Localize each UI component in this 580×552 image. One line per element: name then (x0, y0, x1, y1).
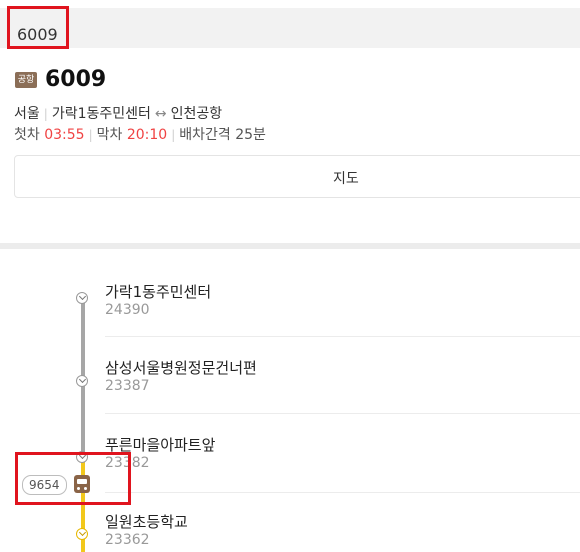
section-divider (0, 243, 580, 249)
route-number: 6009 (45, 67, 107, 92)
bus-interval: 배차간격 25분 (179, 127, 266, 143)
last-bus-time: 20:10 (126, 127, 168, 143)
first-bus-time: 03:55 (44, 127, 85, 143)
map-button-label: 지도 (333, 171, 359, 187)
chevron-down-icon (76, 375, 88, 387)
stop-name[interactable]: 가락1동주민센터 (105, 281, 211, 302)
row-divider (105, 336, 580, 337)
route-endpoints: 서울 | 가락1동주민센터 ↔ 인천공항 (14, 106, 223, 122)
route-times: 첫차 03:55 | 막차 20:10 | 배차간격 25분 (14, 127, 266, 143)
route-region: 서울 (14, 106, 40, 122)
map-button[interactable]: 지도 (14, 155, 580, 198)
stop-id: 23362 (105, 532, 150, 548)
bus-highlight-box (15, 452, 131, 505)
row-divider (105, 492, 580, 493)
search-bar[interactable]: 6009 (0, 8, 580, 48)
stop-id: 24390 (105, 302, 150, 318)
bidirectional-arrow-icon: ↔ (154, 106, 167, 122)
route-start: 가락1동주민센터 (51, 106, 151, 122)
row-divider (105, 413, 580, 414)
search-highlight-box (7, 6, 69, 49)
first-bus-label: 첫차 (14, 127, 40, 143)
last-bus-label: 막차 (96, 127, 123, 143)
chevron-down-icon (76, 292, 88, 304)
airport-badge: 공항 (15, 72, 37, 88)
stop-name[interactable]: 삼성서울병원정문건너편 (105, 357, 257, 378)
stop-id: 23387 (105, 378, 150, 394)
stop-name[interactable]: 일원초등학교 (105, 511, 188, 532)
chevron-down-icon (76, 528, 88, 540)
route-end: 인천공항 (170, 106, 223, 122)
